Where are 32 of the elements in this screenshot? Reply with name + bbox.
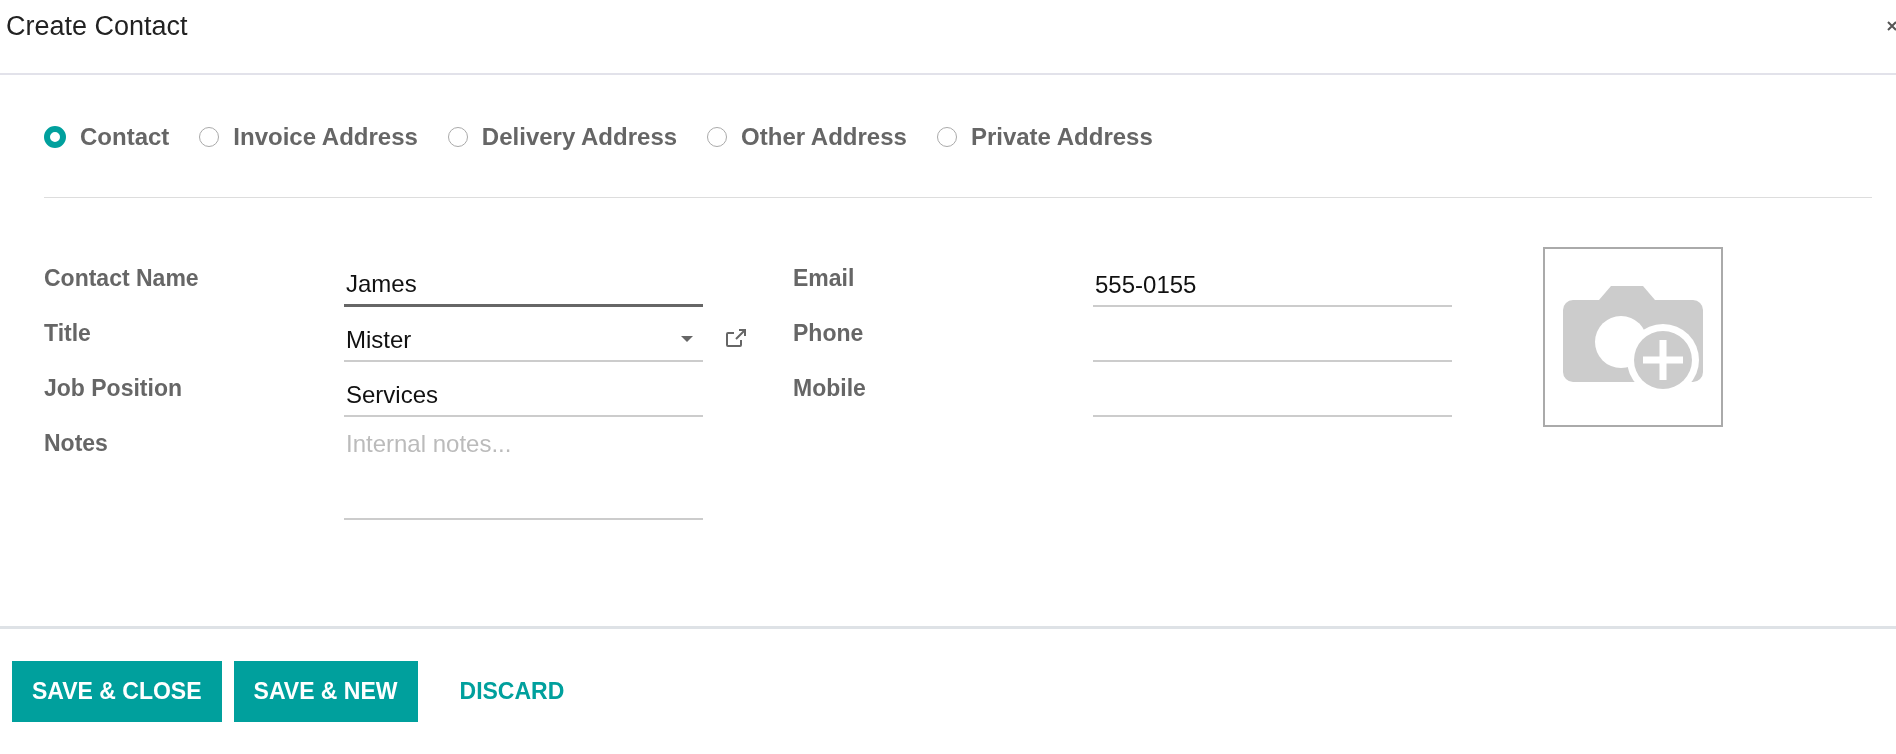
- dialog-title: Create Contact: [6, 11, 188, 42]
- dropdown-caret-icon: [681, 336, 693, 344]
- external-link-icon[interactable]: [725, 327, 747, 348]
- radio-button[interactable]: [707, 126, 728, 147]
- select-field[interactable]: Mister: [344, 319, 703, 362]
- field-label: Contact Name: [44, 264, 200, 292]
- text-field[interactable]: James: [344, 264, 703, 307]
- radio-button[interactable]: [936, 126, 957, 147]
- radio-option[interactable]: Contact: [44, 122, 170, 151]
- radio-option[interactable]: Other Address: [707, 122, 907, 151]
- radio-label: Invoice Address: [233, 122, 418, 151]
- field-label: Mobile: [793, 374, 867, 402]
- field-label: Phone: [793, 319, 865, 347]
- radio-option[interactable]: Invoice Address: [199, 122, 418, 151]
- field-label: Email: [793, 264, 856, 292]
- save-button[interactable]: SAVE & CLOSE: [12, 661, 222, 722]
- field-label: Job Position: [44, 374, 183, 402]
- photo-upload[interactable]: [1543, 246, 1723, 427]
- save-button[interactable]: SAVE & NEW: [233, 661, 418, 722]
- text-field[interactable]: 555-0155: [1093, 264, 1452, 307]
- radio-button[interactable]: [447, 126, 468, 147]
- text-field[interactable]: Services: [344, 374, 703, 417]
- radio-label: Other Address: [741, 122, 907, 151]
- notes-field[interactable]: Internal notes...: [344, 429, 703, 520]
- radio-option[interactable]: Private Address: [936, 122, 1153, 151]
- field-label: Title: [44, 319, 92, 347]
- radio-button[interactable]: [199, 126, 220, 147]
- radio-label: Private Address: [970, 122, 1153, 151]
- radio-label: Contact: [80, 122, 170, 151]
- radio-button[interactable]: [44, 125, 66, 148]
- field-label: Notes: [44, 429, 109, 457]
- discard-button[interactable]: DISCARD: [439, 661, 585, 722]
